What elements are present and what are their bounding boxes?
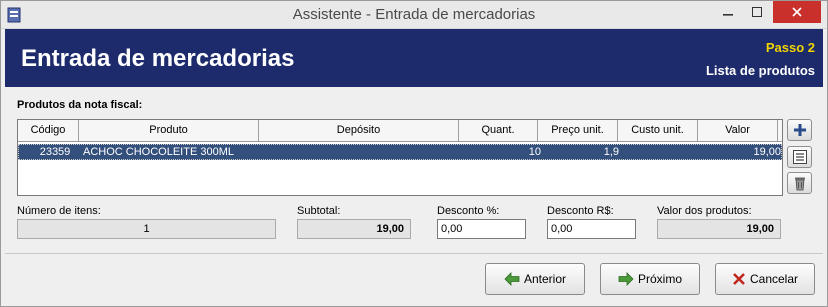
arrow-right-icon — [618, 272, 634, 286]
product-details-button[interactable] — [787, 146, 812, 168]
column-header-custo-unit[interactable]: Custo unit. — [618, 120, 698, 141]
discount-value-label: Desconto R$: — [547, 205, 614, 217]
cancel-button[interactable]: Cancelar — [715, 263, 815, 295]
minimize-icon — [723, 14, 733, 16]
close-icon — [792, 7, 802, 17]
items-count-label: Número de itens: — [17, 205, 101, 217]
products-total-label: Valor dos produtos: — [657, 205, 752, 217]
maximize-icon — [752, 7, 762, 17]
plus-icon — [793, 124, 806, 136]
cell-preco-unit: 1,9 — [603, 146, 619, 158]
close-button[interactable] — [773, 1, 821, 23]
grid-header: Código Produto Depósito Quant. Preço uni… — [18, 120, 782, 142]
column-header-produto[interactable]: Produto — [79, 120, 259, 141]
column-header-quant[interactable]: Quant. — [459, 120, 538, 141]
table-row[interactable]: 23359 ACHOC CHOCOLEITE 300ML 10 1,9 19,0… — [18, 144, 782, 160]
arrow-left-icon — [504, 272, 520, 286]
footer-divider — [5, 253, 823, 254]
wizard-header: Entrada de mercadorias Passo 2 Lista de … — [5, 29, 823, 87]
cancel-button-label: Cancelar — [749, 272, 799, 286]
discount-value-input[interactable]: 0,00 — [547, 219, 636, 239]
next-button-label: Próximo — [637, 272, 682, 286]
dialog-window: Assistente - Entrada de mercadorias Entr… — [0, 0, 828, 307]
next-button[interactable]: Próximo — [600, 263, 700, 295]
items-count-field: 1 — [17, 219, 276, 239]
page-title: Entrada de mercadorias — [21, 45, 295, 72]
window-title: Assistente - Entrada de mercadorias — [292, 6, 536, 23]
cell-codigo: 23359 — [39, 146, 71, 158]
delete-product-button[interactable] — [787, 172, 812, 194]
maximize-button[interactable] — [743, 1, 771, 23]
discount-percent-label: Desconto %: — [437, 205, 500, 217]
subtotal-label: Subtotal: — [297, 205, 341, 217]
cancel-x-icon — [733, 273, 745, 285]
list-icon — [792, 150, 807, 164]
add-product-button[interactable] — [787, 119, 812, 141]
step-subtitle: Lista de produtos — [705, 63, 815, 78]
cell-custo-unit — [624, 145, 694, 159]
back-button[interactable]: Anterior — [485, 263, 585, 295]
subtotal-field: 19,00 — [297, 219, 411, 239]
products-section-label: Produtos da nota fiscal: — [17, 99, 143, 111]
products-grid[interactable]: Código Produto Depósito Quant. Preço uni… — [17, 119, 783, 196]
column-header-deposito[interactable]: Depósito — [259, 120, 459, 141]
discount-percent-input[interactable]: 0,00 — [437, 219, 526, 239]
cell-produto: ACHOC CHOCOLEITE 300ML — [83, 146, 234, 158]
column-header-valor[interactable]: Valor — [698, 120, 778, 141]
cell-valor: 19,00 — [753, 146, 781, 158]
column-header-codigo[interactable]: Código — [18, 120, 79, 141]
cell-quant: 10 — [528, 146, 541, 158]
products-total-field: 19,00 — [657, 219, 781, 239]
back-button-label: Anterior — [523, 272, 567, 286]
cell-deposito — [263, 145, 453, 159]
trash-icon — [794, 177, 805, 191]
column-header-preco-unit[interactable]: Preço unit. — [538, 120, 618, 141]
title-bar: Assistente - Entrada de mercadorias — [1, 1, 827, 29]
minimize-button[interactable] — [714, 1, 742, 23]
step-indicator: Passo 2 — [765, 40, 815, 55]
